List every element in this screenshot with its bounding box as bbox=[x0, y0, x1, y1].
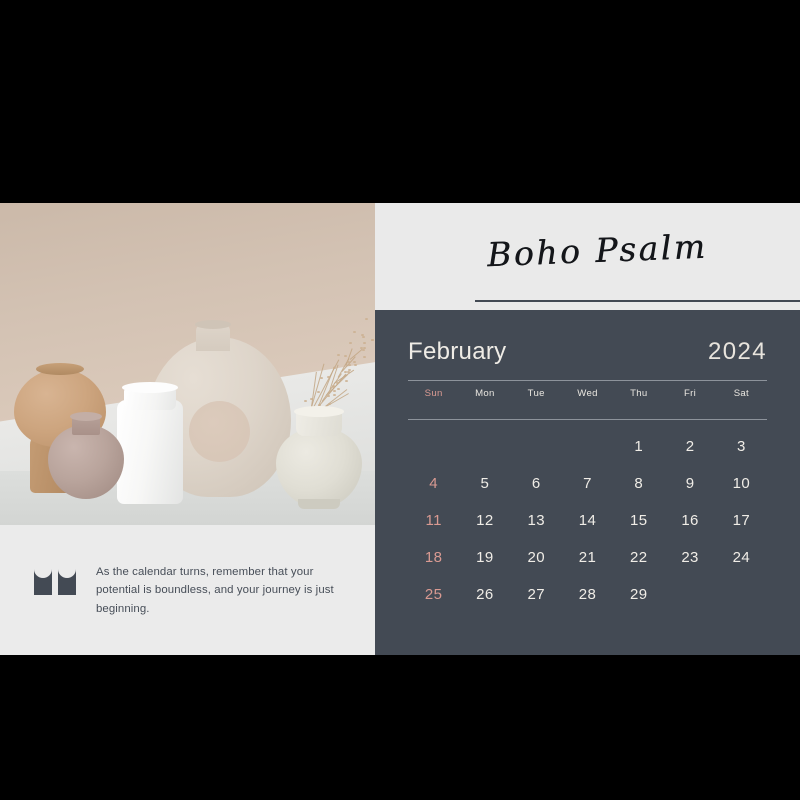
screenshot-canvas: As the calendar turns, remember that you… bbox=[0, 0, 800, 800]
date-cell-21[interactable]: 21 bbox=[562, 539, 613, 576]
date-cell-empty bbox=[664, 576, 715, 613]
date-cell-9[interactable]: 9 bbox=[664, 465, 715, 502]
speckled-vase-foot bbox=[298, 499, 340, 509]
date-cell-19[interactable]: 19 bbox=[459, 539, 510, 576]
date-cell-15[interactable]: 15 bbox=[613, 502, 664, 539]
weekday-sun: Sun bbox=[424, 388, 443, 399]
date-cell-16[interactable]: 16 bbox=[664, 502, 715, 539]
donut-vase-hole bbox=[189, 401, 250, 462]
weekday-wed: Wed bbox=[577, 388, 598, 399]
hero-photo bbox=[0, 203, 375, 525]
left-column: As the calendar turns, remember that you… bbox=[0, 203, 375, 655]
quote-text: As the calendar turns, remember that you… bbox=[96, 566, 334, 615]
date-cell-13[interactable]: 13 bbox=[511, 502, 562, 539]
donut-vase-rim bbox=[195, 320, 231, 329]
calendar-panel: February 2024 Sun Mon Tue Wed Thu Fri Sat 1234… bbox=[375, 310, 800, 613]
white-glass-jar bbox=[117, 400, 183, 504]
date-cell-6[interactable]: 6 bbox=[511, 465, 562, 502]
date-cell-11[interactable]: 11 bbox=[408, 502, 459, 539]
date-cell-10[interactable]: 10 bbox=[716, 465, 767, 502]
date-cell-24[interactable]: 24 bbox=[716, 539, 767, 576]
brand-title: Boho Psalm bbox=[486, 226, 709, 275]
right-column: Boho Psalm February 2024 Sun Mon Tue Wed Thu… bbox=[375, 203, 800, 655]
date-cell-empty bbox=[511, 428, 562, 465]
weekday-sat: Sat bbox=[733, 388, 749, 399]
date-grid: 1 2 3 4 5 6 7 8 9 10 11 12 13 14 15 16 17 18 19 20 21 22 23 24 2… bbox=[408, 428, 767, 613]
brand-header: Boho Psalm bbox=[375, 203, 800, 310]
date-cell-4[interactable]: 4 bbox=[408, 465, 459, 502]
date-cell-29[interactable]: 29 bbox=[613, 576, 664, 613]
weekday-rule-bottom bbox=[408, 419, 767, 420]
weekday-mon: Mon bbox=[475, 388, 495, 399]
brand-underline bbox=[475, 300, 800, 302]
date-cell-empty bbox=[408, 428, 459, 465]
cork-vase-rim bbox=[36, 363, 84, 375]
date-cell-12[interactable]: 12 bbox=[459, 502, 510, 539]
white-jar-rim bbox=[122, 382, 178, 393]
weekday-header-row: Sun Mon Tue Wed Thu Fri Sat bbox=[408, 381, 767, 405]
speckled-vase-rim bbox=[294, 406, 344, 417]
date-cell-26[interactable]: 26 bbox=[459, 576, 510, 613]
date-cell-8[interactable]: 8 bbox=[613, 465, 664, 502]
date-cell-2[interactable]: 2 bbox=[664, 428, 715, 465]
quotation-mark-icon bbox=[34, 563, 78, 597]
date-cell-empty bbox=[562, 428, 613, 465]
weekday-tue: Tue bbox=[527, 388, 545, 399]
date-cell-17[interactable]: 17 bbox=[716, 502, 767, 539]
date-cell-empty bbox=[459, 428, 510, 465]
quote-block: As the calendar turns, remember that you… bbox=[0, 525, 375, 655]
date-cell-14[interactable]: 14 bbox=[562, 502, 613, 539]
weekday-fri: Fri bbox=[684, 388, 697, 399]
date-cell-25[interactable]: 25 bbox=[408, 576, 459, 613]
calendar-year-label: 2024 bbox=[708, 338, 767, 365]
mauve-vase-rim bbox=[70, 412, 102, 421]
date-cell-3[interactable]: 3 bbox=[716, 428, 767, 465]
date-cell-empty bbox=[716, 576, 767, 613]
date-cell-20[interactable]: 20 bbox=[511, 539, 562, 576]
date-cell-18[interactable]: 18 bbox=[408, 539, 459, 576]
date-cell-1[interactable]: 1 bbox=[613, 428, 664, 465]
date-cell-27[interactable]: 27 bbox=[511, 576, 562, 613]
date-cell-22[interactable]: 22 bbox=[613, 539, 664, 576]
calendar-header: February 2024 bbox=[408, 338, 767, 366]
calendar-card: As the calendar turns, remember that you… bbox=[0, 203, 800, 655]
weekday-thu: Thu bbox=[630, 388, 648, 399]
date-cell-28[interactable]: 28 bbox=[562, 576, 613, 613]
date-cell-5[interactable]: 5 bbox=[459, 465, 510, 502]
weekday-rule-top bbox=[408, 380, 767, 381]
calendar-month-label: February bbox=[408, 338, 507, 365]
date-cell-23[interactable]: 23 bbox=[664, 539, 715, 576]
date-cell-7[interactable]: 7 bbox=[562, 465, 613, 502]
